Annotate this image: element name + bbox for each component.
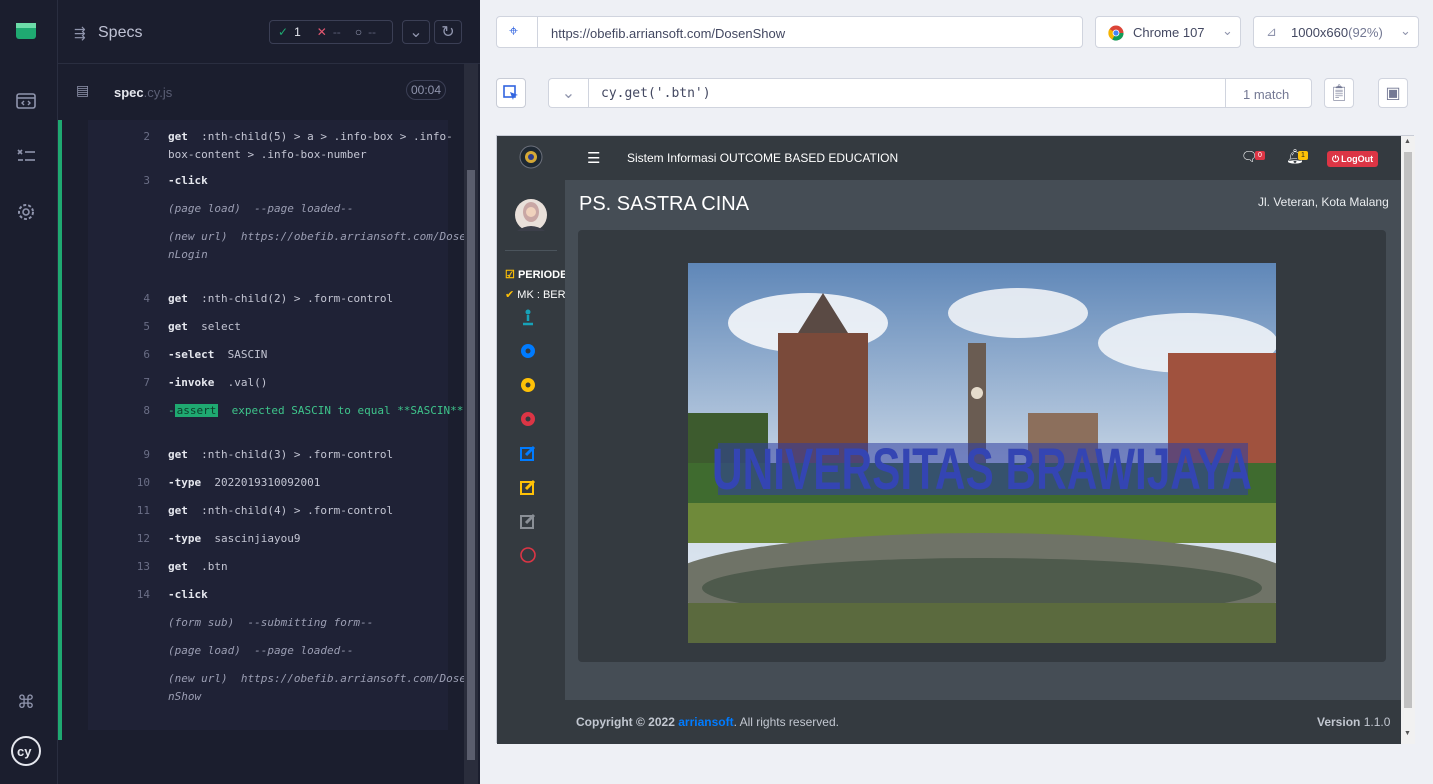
scroll-up-icon[interactable]: ▲ — [1404, 138, 1411, 145]
chevron-down-icon[interactable]: ⌄ — [402, 20, 430, 44]
failed-icon: ✕ — [316, 25, 327, 39]
app-navbar: ☰ Sistem Informasi OUTCOME BASED EDUCATI… — [497, 136, 1401, 180]
circle-blue-icon[interactable] — [519, 342, 537, 360]
browser-name: Chrome 107 — [1133, 25, 1205, 40]
copy-selector-button[interactable]: 📋︎ — [1324, 78, 1354, 108]
browser-select[interactable]: Chrome 107 ⌄ — [1095, 16, 1241, 48]
match-count: 1 match — [1243, 87, 1290, 102]
reporter-header: ⇶ Specs ✓ 1 ✕ -- ○ -- ⌄ ↻ — [58, 0, 480, 64]
passed-count: 1 — [294, 25, 301, 39]
url-text: https://obefib.arriansoft.com/DosenShow — [551, 26, 786, 41]
cypress-app-icon[interactable] — [13, 18, 39, 44]
selector-text: cy.get('.btn') — [601, 86, 711, 101]
viewport-size: 1000x660(92%) — [1291, 25, 1383, 40]
divider — [1225, 79, 1226, 107]
app-content: PS. SASTRA CINA Jl. Veteran, Kota Malang — [565, 180, 1401, 700]
test-stats: ✓ 1 ✕ -- ○ -- — [269, 20, 393, 44]
spec-duration: 00:04 — [406, 80, 446, 100]
comment-badge: 0 — [1255, 151, 1265, 160]
sidebar-item-mk[interactable]: ✔ MK : BER — [505, 288, 565, 302]
console-icon: ▣ — [1385, 85, 1401, 102]
passed-indicator-bar — [58, 120, 62, 740]
campus-photo: UNIVERSITAS BRAWIJAYA — [688, 263, 1276, 643]
specs-list-icon[interactable] — [13, 143, 39, 169]
app-sidebar: ☑ PERIODE ✔ MK : BER — [497, 180, 565, 744]
footer-version: Version 1.1.0 — [1317, 715, 1391, 729]
pending-icon: ○ — [354, 25, 363, 39]
sidebar-divider — [505, 250, 557, 251]
scroll-down-icon[interactable]: ▼ — [1404, 730, 1411, 737]
crosshair-icon[interactable]: ⌖ — [509, 23, 518, 41]
chevron-down-icon: ⌄ — [1222, 23, 1233, 38]
passed-icon: ✓ — [278, 25, 289, 39]
chevron-down-icon: ⌄ — [561, 85, 576, 102]
spec-file-row[interactable]: ▤ spec.cy.js 00:04 — [74, 76, 446, 106]
clipboard-icon: 📋︎ — [1328, 85, 1350, 102]
hero-sign-text: UNIVERSITAS BRAWIJAYA — [712, 437, 1252, 502]
command-list: 2 get :nth-child(5) > a > .info-box > .in… — [88, 120, 466, 730]
logout-label: LogOut — [1341, 154, 1374, 164]
circle-red-icon[interactable] — [519, 410, 537, 428]
checkbox-icon: ☑ — [505, 269, 515, 281]
hero-card: UNIVERSITAS BRAWIJAYA — [578, 230, 1386, 662]
accessibility-icon[interactable] — [519, 308, 537, 326]
edit-yellow-icon[interactable] — [519, 478, 537, 496]
runs-icon[interactable] — [13, 88, 39, 114]
pending-count: -- — [368, 25, 377, 39]
settings-gear-icon[interactable] — [13, 199, 39, 225]
app-under-test-frame: ☰ Sistem Informasi OUTCOME BASED EDUCATI… — [496, 135, 1415, 744]
footer-brand-link[interactable]: arriansoft — [678, 715, 733, 729]
hamburger-menu-icon[interactable]: ☰ — [587, 149, 600, 167]
scrollbar-thumb[interactable] — [1404, 152, 1412, 708]
edit-gray-icon[interactable] — [519, 512, 537, 530]
cypress-logo-icon[interactable]: cy — [10, 735, 42, 767]
rerun-icon[interactable]: ↻ — [434, 20, 462, 44]
divider — [537, 17, 538, 47]
reporter-scrollbar[interactable] — [464, 64, 478, 784]
cursor-select-icon — [503, 85, 518, 100]
file-icon: ▤ — [76, 82, 90, 98]
power-icon: ⏻ — [1332, 153, 1340, 164]
chevron-down-icon: ⌄ — [1400, 23, 1411, 38]
edit-blue-icon[interactable] — [519, 444, 537, 462]
sidebar-item-periode[interactable]: ☑ PERIODE — [505, 268, 565, 282]
university-logo-icon — [519, 145, 543, 169]
keyboard-shortcuts-icon[interactable]: ⌘ — [13, 689, 39, 715]
selector-type-dropdown[interactable]: ⌄ — [548, 78, 588, 108]
chrome-icon — [1108, 25, 1124, 41]
page-heading: PS. SASTRA CINA — [579, 193, 750, 215]
user-avatar[interactable] — [515, 195, 547, 235]
ruler-icon: ⊿ — [1266, 24, 1277, 39]
app-footer: Copyright © 2022 arriansoft. All rights … — [565, 700, 1401, 744]
circle-outline-red-icon[interactable] — [519, 546, 537, 564]
print-to-console-button[interactable]: ▣ — [1378, 78, 1408, 108]
specs-toggle-icon[interactable]: ⇶ — [74, 25, 86, 42]
app-nav: ⌘ cy — [0, 0, 58, 784]
command-log-panel: ⇶ Specs ✓ 1 ✕ -- ○ -- ⌄ ↻ ▤ spec.cy.js 0… — [58, 0, 480, 784]
spec-name: spec — [114, 85, 144, 100]
selector-playground-button[interactable] — [496, 78, 526, 108]
failed-count: -- — [332, 25, 341, 39]
app-title: Sistem Informasi OUTCOME BASED EDUCATION — [627, 151, 899, 165]
check-circle-icon: ✔ — [505, 289, 515, 301]
location-text: Jl. Veteran, Kota Malang — [1258, 195, 1389, 209]
app-scrollbar[interactable]: ▲ ▼ — [1401, 136, 1415, 744]
spec-filename: spec.cy.js — [114, 85, 172, 100]
viewport-select[interactable]: ⊿ 1000x660(92%) ⌄ — [1253, 16, 1419, 48]
scrollbar-thumb[interactable] — [467, 170, 475, 760]
notification-badge: 1 — [1298, 151, 1308, 160]
footer-copyright: Copyright © 2022 arriansoft. All rights … — [576, 715, 839, 729]
selector-input[interactable]: cy.get('.btn') 1 match — [588, 78, 1312, 108]
browser-preview-panel: ⌖ https://obefib.arriansoft.com/DosenSho… — [480, 0, 1433, 784]
specs-title: Specs — [98, 24, 143, 41]
assert-tag: assert — [174, 404, 219, 417]
spec-extension: .cy.js — [143, 85, 173, 100]
logout-button[interactable]: ⏻ LogOut — [1327, 151, 1379, 167]
svg-text:cy: cy — [17, 744, 32, 759]
circle-yellow-icon[interactable] — [519, 376, 537, 394]
url-bar[interactable]: ⌖ https://obefib.arriansoft.com/DosenSho… — [496, 16, 1083, 48]
